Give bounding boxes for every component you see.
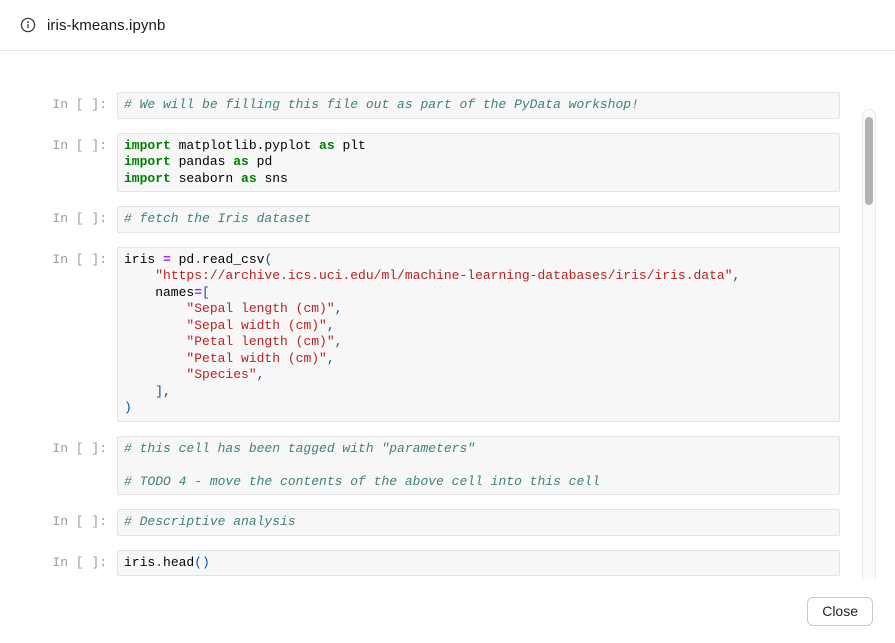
code-line: "Petal length (cm)", [124,334,833,351]
cell-code: # Descriptive analysis [117,509,840,536]
code-line: iris.head() [124,555,833,572]
code-line: ) [124,400,833,417]
cell-prompt: In [ ]: [0,92,117,114]
cell-prompt: In [ ]: [0,247,117,269]
notebook-cell: In [ ]:iris = pd.read_csv( "https://arch… [0,247,840,422]
cell-prompt: In [ ]: [0,133,117,155]
code-line: "Sepal width (cm)", [124,318,833,335]
code-line: # We will be filling this file out as pa… [124,97,833,114]
notebook-cell: In [ ]: # Descriptive analysis [0,509,840,536]
notebook-cell: In [ ]: iris.head() [0,550,840,577]
cell-code: # We will be filling this file out as pa… [117,92,840,119]
code-line: iris = pd.read_csv( [124,252,833,269]
code-line: import pandas as pd [124,154,833,171]
code-line: ], [124,384,833,401]
cell-prompt: In [ ]: [0,206,117,228]
close-button[interactable]: Close [807,597,873,626]
notebook-cell: In [ ]:import matplotlib.pyplot as pltim… [0,133,840,193]
code-line: import matplotlib.pyplot as plt [124,138,833,155]
cell-code: iris = pd.read_csv( "https://archive.ics… [117,247,840,422]
cell-prompt: In [ ]: [0,436,117,458]
cell-code: # this cell has been tagged with "parame… [117,436,840,496]
cell-prompt: In [ ]: [0,509,117,531]
notebook-title: iris-kmeans.ipynb [47,17,165,34]
notebook-cell: In [ ]: # We will be filling this file ou… [0,92,840,119]
code-line: "Species", [124,367,833,384]
code-line: "https://archive.ics.uci.edu/ml/machine-… [124,268,833,285]
cell-code: iris.head() [117,550,840,577]
cell-code: import matplotlib.pyplot as pltimport pa… [117,133,840,193]
code-line: # Descriptive analysis [124,514,833,531]
scrollbar-thumb[interactable] [865,117,873,205]
info-icon [20,17,36,33]
cell-code: # fetch the Iris dataset [117,206,840,233]
notebook-cell: In [ ]: # this cell has been tagged with … [0,436,840,496]
code-line: # fetch the Iris dataset [124,211,833,228]
code-line: # this cell has been tagged with "parame… [124,441,833,458]
notebook-preview: In [ ]: # We will be filling this file ou… [0,51,895,580]
notebook-cell: In [ ]: # fetch the Iris dataset [0,206,840,233]
notebook-cells: In [ ]: # We will be filling this file ou… [0,51,895,576]
code-line: # TODO 4 - move the contents of the abov… [124,474,833,491]
scrollbar-track[interactable] [862,109,876,580]
code-line: "Sepal length (cm)", [124,301,833,318]
cell-prompt: In [ ]: [0,550,117,572]
code-line: names=[ [124,285,833,302]
dialog-header: iris-kmeans.ipynb [0,0,895,51]
code-line: "Petal width (cm)", [124,351,833,368]
code-line [124,457,833,474]
code-line: import seaborn as sns [124,171,833,188]
